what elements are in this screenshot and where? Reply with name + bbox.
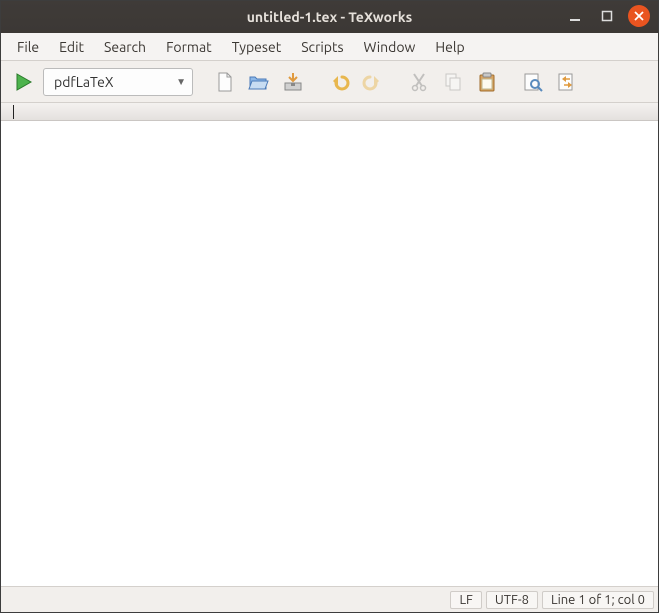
editor-ruler: [1, 103, 658, 121]
menu-typeset[interactable]: Typeset: [224, 37, 290, 57]
line-ending-indicator[interactable]: LF: [450, 591, 481, 609]
texworks-window: untitled-1.tex - TeXworks File Edit Sear…: [0, 0, 659, 613]
title-bar: untitled-1.tex - TeXworks: [1, 1, 658, 33]
typeset-engine-label: pdfLaTeX: [54, 74, 114, 90]
typeset-engine-dropdown[interactable]: pdfLaTeX ▼: [43, 68, 193, 96]
open-file-button[interactable]: [245, 68, 273, 96]
menu-scripts[interactable]: Scripts: [293, 37, 351, 57]
save-button[interactable]: [279, 68, 307, 96]
menu-bar: File Edit Search Format Typeset Scripts …: [1, 33, 658, 61]
encoding-indicator[interactable]: UTF-8: [486, 591, 538, 609]
menu-edit[interactable]: Edit: [51, 37, 92, 57]
find-icon: [522, 71, 544, 93]
replace-button[interactable]: [553, 68, 581, 96]
menu-search[interactable]: Search: [96, 37, 154, 57]
close-icon: [634, 11, 644, 21]
menu-format[interactable]: Format: [158, 37, 220, 57]
maximize-button[interactable]: [596, 5, 618, 27]
save-icon: [282, 71, 304, 93]
cursor-indicator: [13, 105, 14, 119]
new-file-icon: [214, 71, 236, 93]
window-title: untitled-1.tex - TeXworks: [247, 9, 413, 25]
cursor-position-indicator[interactable]: Line 1 of 1; col 0: [542, 591, 654, 609]
cut-button[interactable]: [405, 68, 433, 96]
menu-help[interactable]: Help: [427, 37, 472, 57]
find-button[interactable]: [519, 68, 547, 96]
close-button[interactable]: [628, 5, 650, 27]
open-folder-icon: [248, 71, 270, 93]
minimize-icon: [569, 10, 581, 22]
play-icon: [12, 71, 34, 93]
copy-button[interactable]: [439, 68, 467, 96]
undo-icon: [328, 71, 350, 93]
status-bar: LF UTF-8 Line 1 of 1; col 0: [1, 586, 658, 612]
copy-icon: [442, 71, 464, 93]
menu-window[interactable]: Window: [356, 37, 424, 57]
text-editor[interactable]: [1, 121, 658, 586]
cut-icon: [408, 71, 430, 93]
chevron-down-icon: ▼: [176, 76, 186, 88]
replace-icon: [556, 71, 578, 93]
maximize-icon: [601, 10, 613, 22]
minimize-button[interactable]: [564, 5, 586, 27]
window-controls: [564, 5, 650, 27]
undo-button[interactable]: [325, 68, 353, 96]
paste-icon: [476, 71, 498, 93]
redo-icon: [362, 71, 384, 93]
paste-button[interactable]: [473, 68, 501, 96]
new-file-button[interactable]: [211, 68, 239, 96]
menu-file[interactable]: File: [9, 37, 47, 57]
typeset-button[interactable]: [9, 68, 37, 96]
toolbar: pdfLaTeX ▼: [1, 61, 658, 103]
redo-button[interactable]: [359, 68, 387, 96]
